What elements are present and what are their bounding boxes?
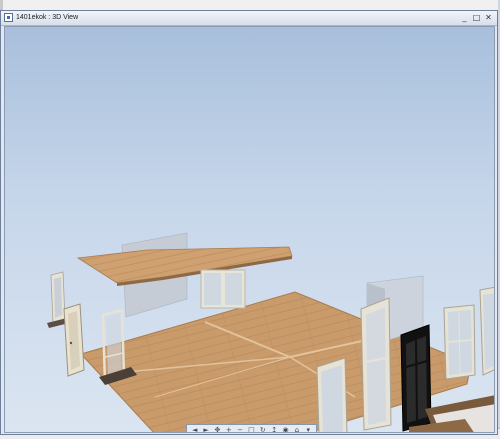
look-icon[interactable]: ◉ <box>281 426 290 432</box>
3d-viewport[interactable]: ◄ ► ✥ + − □ ↻ ↥ ◉ ⌂ ▾ <box>4 26 495 433</box>
close-icon[interactable]: ✕ <box>483 12 494 23</box>
3d-scene <box>47 232 494 432</box>
home-view-icon[interactable]: ⌂ <box>292 426 301 432</box>
maximize-icon[interactable]: □ <box>471 12 482 23</box>
glass-door-center <box>200 269 246 309</box>
pan-icon[interactable]: ✥ <box>213 426 222 432</box>
door-glass-front-center <box>316 357 348 432</box>
door-glass-edge-right <box>479 286 494 376</box>
orbit-left-icon[interactable]: ◄ <box>190 426 199 432</box>
fit-icon[interactable]: □ <box>247 426 256 432</box>
3d-view-window: 1401ekok : 3D View _ □ ✕ ◄ ► ✥ + − □ ↻ ↥… <box>0 10 498 435</box>
minimize-icon[interactable]: _ <box>459 12 470 23</box>
orbit-right-icon[interactable]: ► <box>202 426 211 432</box>
app-icon[interactable] <box>4 13 13 22</box>
navigation-bar: ◄ ► ✥ + − □ ↻ ↥ ◉ ⌂ ▾ <box>186 424 317 432</box>
window-title: 1401ekok : 3D View <box>16 14 79 21</box>
title-bar[interactable]: 1401ekok : 3D View _ □ ✕ <box>1 11 497 26</box>
door-dark-right <box>400 324 432 432</box>
door-glass-far-right <box>443 304 476 380</box>
settings-icon[interactable]: ▾ <box>304 426 313 432</box>
rotate-icon[interactable]: ↻ <box>258 426 267 432</box>
door-left-front <box>63 303 85 377</box>
zoom-in-icon[interactable]: + <box>224 426 233 432</box>
zoom-out-icon[interactable]: − <box>236 426 245 432</box>
door-glass-right-back <box>360 297 392 431</box>
walk-icon[interactable]: ↥ <box>270 426 279 432</box>
